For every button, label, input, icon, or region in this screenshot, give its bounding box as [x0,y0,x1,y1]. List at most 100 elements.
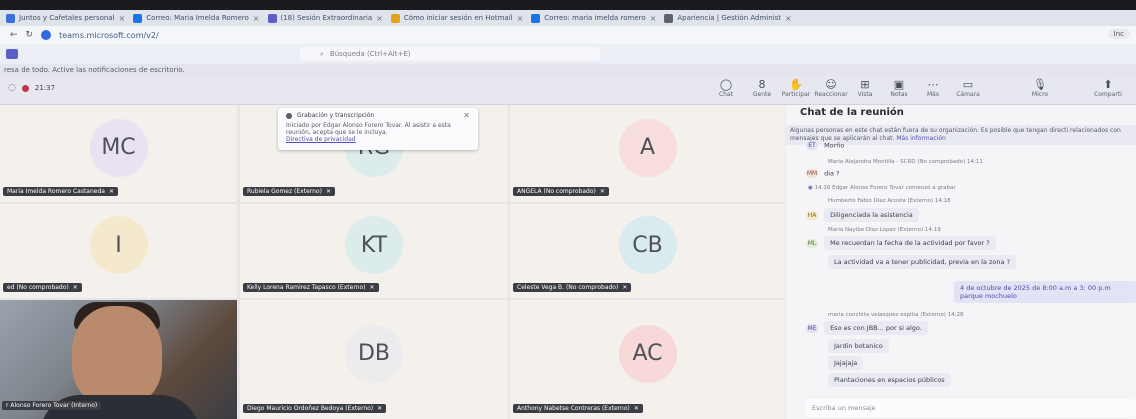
people-icon: 8 [758,78,766,91]
browser-tab[interactable]: Juntos y Cafetales personal × [6,13,126,23]
participant-avatar: A [618,118,677,177]
camera-icon: ▭ [962,78,974,91]
camera-feed[interactable]: r Alonso Forero Tovar (Interno) [0,300,237,419]
toolbar-button-label: Reaccionar [814,91,848,98]
participant-tile[interactable]: A ANGELA (No comprobado) ✕ [510,105,785,202]
mic-off-icon: ✕ [599,188,605,195]
incognito-button[interactable]: Inc [1107,29,1130,39]
notification-strip: resa de todo. Active las notificaciones … [0,64,1136,76]
toolbar-raise-hand-button[interactable]: ✋ Participar [778,78,814,98]
toolbar-button-label: Participar [781,91,811,98]
more-icon: ⋯ [927,78,939,91]
close-tab-icon[interactable]: × [650,14,657,23]
back-icon[interactable]: ← [10,30,18,40]
close-tab-icon[interactable]: × [376,14,383,23]
participant-tile[interactable]: DB Diego Mauricio Ordoñez Bedoya (Externo… [240,300,508,419]
browser-tab[interactable]: (18) Sesión Extraordinaria × [267,13,383,23]
browser-tab[interactable]: Apariencia | Gestión Administ × [664,13,792,23]
message-meta: maria conchita velasquez espitia (Extern… [828,312,964,318]
tab-favicon-icon [664,13,674,23]
browser-tab[interactable]: Correo: Maria Imelda Romero × [133,13,260,23]
toolbar-button-label: Cámara [956,91,980,98]
message-text: Me recuerdan la fecha de la actividad po… [824,236,996,250]
close-tab-icon[interactable]: × [785,14,792,23]
chat-message-continuation: La actividad va a tener publicidad, prev… [828,255,1017,269]
tab-label: Cómo iniciar sesión en Hotmail [403,14,513,22]
site-identity-icon[interactable] [41,30,52,40]
participant-name-text: Celeste Vega B. (No comprobado) [517,284,619,291]
message-meta: Humberto Fabio Diaz Acosta (Externo) 14:… [828,198,951,204]
participant-name: Diego Mauricio Ordoñez Bedoya (Externo) ✕ [243,404,387,413]
message-meta: Maria Nayibe Diaz Lopez (Externo) 14:19 [828,227,941,233]
mic-off-icon: ✕ [325,188,331,195]
message-text: dia ? [824,169,840,178]
chat-message-continuation: Jardin botanico [828,339,889,353]
close-tab-icon[interactable]: × [253,14,260,23]
participant-avatar: KT [345,216,403,274]
participant-tile[interactable]: Ied (No comprobado) ✕ [0,204,237,298]
mic-off-icon: ✕ [72,284,78,291]
participant-name: r Alonso Forero Tovar (Interno) [2,401,102,410]
close-icon[interactable]: ✕ [463,111,470,120]
raise-hand-icon: ✋ [789,78,803,91]
mic-off-icon: ✕ [633,405,639,412]
url-text[interactable]: teams.microsoft.com/v2/ [59,31,159,40]
participant-avatar: I [89,216,148,274]
participant-tile[interactable]: KT Kelly Lorena Ramirez Tapasco (Externo)… [240,204,508,298]
record-icon [286,112,292,119]
popup-body: Iniciado por Edgar Alonso Forero Tovar. … [286,122,451,136]
participant-name-text: ed (No comprobado) [7,284,69,291]
toolbar-people-button[interactable]: 8 Gente [744,78,780,98]
toolbar-button-label: Chat [718,91,734,98]
toolbar-view-button[interactable]: ⊞ Vista [847,78,883,98]
address-bar[interactable]: ← ↻ teams.microsoft.com/v2/ Inc [0,26,1136,44]
close-tab-icon[interactable]: × [517,14,524,23]
toolbar-camera-button[interactable]: ▭ Cámara [950,78,986,98]
toolbar-share-button[interactable]: ⬆ Comparti [1090,78,1126,98]
tab-favicon-icon [133,13,143,23]
participant-name: Rubiela Gomez (Externo) ✕ [243,187,335,196]
participant-tile[interactable]: MC Maria Imelda Romero Castaneda ✕ [0,105,237,202]
tab-label: Apariencia | Gestión Administ [677,14,782,22]
toolbar-chat-button[interactable]: ◯ Chat [708,78,744,98]
person-face [72,306,162,406]
toolbar-button-label: Notas [890,91,908,98]
participant-name: Kelly Lorena Ramirez Tapasco (Externo) ✕ [243,283,379,292]
participant-tile[interactable]: CB Celeste Vega B. (No comprobado) ✕ [510,204,785,298]
mic-off-icon: ✕ [622,284,628,291]
toolbar-reaction-button[interactable]: ☺ Reaccionar [813,78,849,98]
system-message: 14:16 Edgar Alonso Forero Tovar comenzó … [814,185,956,191]
info-text: Algunas personas en este chat están fuer… [790,127,1121,142]
meeting-toolbar: ◌ 21:37 ◯ Chat 8 Gente ✋ Participar ☺ Reacciona… [0,76,1136,105]
message-compose-input[interactable]: Escriba un mensaje [806,399,1136,417]
privacy-link[interactable]: Directiva de privacidad [286,136,470,143]
participant-avatar: DB [345,324,403,383]
browser-tab[interactable]: Cómo iniciar sesión en Hotmail × [390,13,524,23]
toolbar-button-label: Comparti [1094,91,1122,98]
search-icon: ⌕ [320,49,324,58]
browser-tab[interactable]: Correo: maria imelda romero × [531,13,657,23]
toolbar-more-button[interactable]: ⋯ Más [915,78,951,98]
avatar: ML [806,238,818,248]
participant-name: Maria Imelda Romero Castaneda ✕ [3,187,118,196]
chat-panel: Chat de la reunión Algunas personas en e… [786,105,1136,419]
tab-favicon-icon [6,13,15,23]
recording-started-meta: ◉ 14:16 Edgar Alonso Forero Tovar comenz… [808,185,956,191]
teams-header: ⌕ Búsqueda (Ctrl+Alt+E) [0,44,1136,64]
teams-logo-icon [6,49,18,59]
close-tab-icon[interactable]: × [119,14,126,23]
recording-icon [21,84,29,92]
message-text: Eso es con JBB... por si algo. [824,321,928,335]
toolbar-button-label: Más [927,91,939,98]
message-text: La actividad va a tener publicidad, prev… [828,255,1017,269]
more-info-link[interactable]: Más información [896,135,945,142]
participant-tile[interactable]: AC Anthony Nabetse Contreras (Externo) ✕ [510,300,785,419]
toolbar-notes-button[interactable]: ▣ Notas [881,78,917,98]
tab-label: Correo: maria imelda romero [544,14,646,22]
search-input[interactable]: ⌕ Búsqueda (Ctrl+Alt+E) [300,47,600,61]
refresh-icon[interactable]: ↻ [26,30,34,40]
toolbar-mic-button[interactable]: 🎙 Micro [1022,78,1058,98]
popup-title: Grabación y transcripción [297,112,375,119]
meeting-timer: 21:37 [34,84,56,92]
participant-avatar: MC [89,118,148,177]
